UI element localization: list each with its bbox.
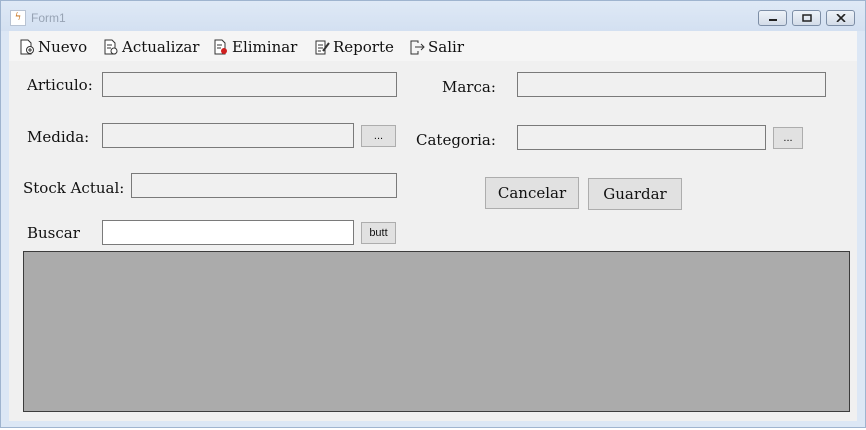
report-edit-icon (315, 40, 330, 55)
window-title: Form1 (31, 11, 66, 25)
menu-label: Actualizar (122, 38, 200, 56)
buscar-label: Buscar (27, 224, 80, 242)
categoria-browse-button[interactable]: ... (773, 127, 803, 149)
exit-icon (410, 40, 425, 55)
data-grid[interactable] (23, 251, 850, 412)
save-button[interactable]: Guardar (588, 178, 682, 210)
menu-bar: Nuevo Actualizar Eliminar Reporte Salir (9, 31, 857, 61)
menu-item-actualizar[interactable]: Actualizar (103, 37, 199, 57)
minimize-icon (769, 19, 777, 21)
articulo-label: Articulo: (27, 76, 93, 94)
categoria-label: Categoria: (416, 131, 496, 149)
categoria-field[interactable] (517, 125, 766, 150)
medida-field[interactable] (102, 123, 354, 148)
minimize-button[interactable] (758, 10, 787, 26)
restore-icon (802, 14, 812, 22)
marca-field[interactable] (517, 72, 826, 97)
stock-actual-label: Stock Actual: (23, 179, 125, 197)
title-bar[interactable]: ϟ Form1 (1, 1, 865, 31)
close-button[interactable] (826, 10, 855, 26)
menu-label: Salir (428, 38, 464, 56)
medida-browse-button[interactable]: ... (361, 125, 396, 147)
menu-label: Nuevo (38, 38, 88, 56)
stock-actual-field[interactable] (131, 173, 397, 198)
main-window: ϟ Form1 Nuevo Actualizar Eliminar Report… (0, 0, 866, 428)
menu-item-salir[interactable]: Salir (409, 37, 464, 57)
maximize-button[interactable] (792, 10, 821, 26)
new-document-icon (20, 39, 34, 55)
menu-label: Reporte (333, 38, 394, 56)
marca-label: Marca: (442, 78, 496, 96)
menu-item-eliminar[interactable]: Eliminar (213, 37, 297, 57)
refresh-document-icon (104, 39, 118, 55)
form-client-area: Nuevo Actualizar Eliminar Reporte Salir … (9, 31, 857, 421)
search-input[interactable] (102, 220, 354, 245)
cancel-button[interactable]: Cancelar (485, 177, 579, 209)
menu-item-reporte[interactable]: Reporte (314, 37, 394, 57)
articulo-field[interactable] (102, 72, 397, 97)
menu-item-nuevo[interactable]: Nuevo (19, 37, 87, 57)
close-icon (836, 14, 846, 22)
delete-document-icon (214, 39, 227, 55)
menu-label: Eliminar (232, 38, 298, 56)
app-icon: ϟ (10, 10, 26, 26)
medida-label: Medida: (27, 128, 90, 146)
search-button[interactable]: butt (361, 222, 396, 244)
